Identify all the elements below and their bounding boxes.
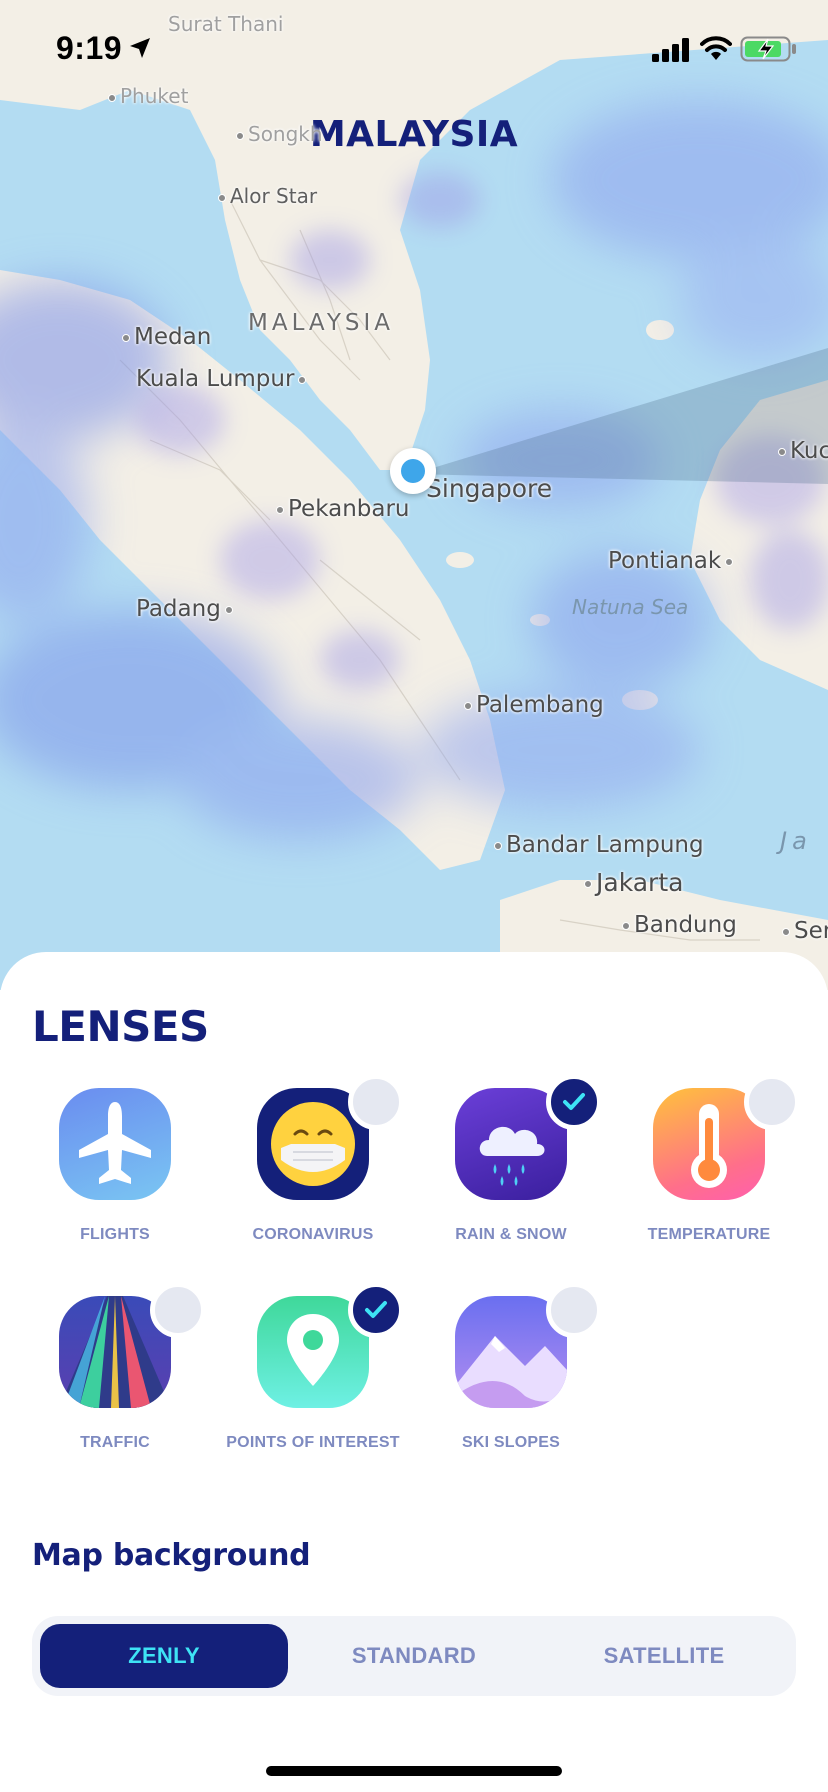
heading-beam <box>413 348 828 484</box>
place-label-text: Songkh <box>248 122 323 146</box>
place-dot <box>122 333 130 342</box>
map-bg-option-zenly[interactable]: ZENLY <box>40 1624 288 1688</box>
location-arrow-icon <box>130 38 150 58</box>
lens-toggle-off[interactable] <box>744 1074 800 1130</box>
map-region-title: MALAYSIA <box>309 114 519 155</box>
lenses-sheet: LENSES FLIGHTS CORONAVIRUS RAIN & SNOW T… <box>0 952 828 1792</box>
lens-points-of-interest[interactable]: POINTS OF INTEREST <box>214 1282 412 1466</box>
place-label: Bandung <box>622 912 737 938</box>
lens-flights[interactable]: FLIGHTS <box>16 1088 214 1258</box>
place-label-text: Alor Star <box>230 184 318 208</box>
place-label-text: Bandar Lampung <box>506 832 704 858</box>
home-indicator[interactable] <box>266 1766 562 1776</box>
place-label: Medan <box>122 324 211 350</box>
place-label: Kuala Lumpur <box>136 366 310 392</box>
place-label-text: Kuala Lumpur <box>136 366 295 392</box>
place-label: Pontianak <box>608 548 737 574</box>
sea-label: Natuna Sea <box>572 595 689 619</box>
battery-charging-icon <box>740 36 796 62</box>
place-label-text: Bandung <box>634 912 737 938</box>
lens-toggle-on[interactable] <box>546 1074 602 1130</box>
place-label: Alor Star <box>218 184 317 208</box>
place-dot <box>236 131 244 140</box>
place-label-text: Ser <box>794 918 828 944</box>
place-label: Bandar Lampung <box>494 832 704 858</box>
place-dot <box>584 880 592 888</box>
place-label: Ser <box>782 918 828 944</box>
airplane-icon <box>59 1088 171 1200</box>
place-label: Pekanbaru <box>276 496 410 522</box>
place-label-text: Padang <box>136 596 221 622</box>
lens-temperature[interactable]: TEMPERATURE <box>610 1074 808 1258</box>
map-view[interactable]: MALAYSIA Surat Thani Phuket Songkh Alor … <box>0 0 828 990</box>
lens-toggle-off[interactable] <box>546 1282 602 1338</box>
wifi-icon <box>700 36 732 60</box>
place-label: Kuc <box>778 438 828 464</box>
lens-ski-slopes[interactable]: SKI SLOPES <box>412 1282 610 1466</box>
place-label: Singapore <box>426 474 553 503</box>
map-bg-option-standard[interactable]: STANDARD <box>290 1624 538 1688</box>
lens-label: SKI SLOPES <box>461 1434 561 1451</box>
place-dot <box>464 701 472 710</box>
place-label: Songkh <box>236 122 323 146</box>
lens-toggle-off[interactable] <box>348 1074 404 1130</box>
place-label-text: Palembang <box>476 692 604 718</box>
place-dot <box>622 921 630 930</box>
place-label-text: Jakarta <box>596 868 684 897</box>
status-bar: 9:19 <box>0 0 828 96</box>
country-label: MALAYSIA <box>248 310 395 336</box>
sea-label: Ja <box>780 827 812 855</box>
place-label: Palembang <box>464 692 604 718</box>
cellular-signal-icon <box>652 38 689 62</box>
place-label-text: Pekanbaru <box>288 496 410 522</box>
place-dot <box>778 447 786 456</box>
lens-coronavirus[interactable]: CORONAVIRUS <box>214 1074 412 1258</box>
status-time: 9:19 <box>56 30 123 66</box>
place-dot <box>298 375 307 384</box>
lens-label: TEMPERATURE <box>647 1226 771 1243</box>
map-bg-option-satellite[interactable]: SATELLITE <box>540 1624 788 1688</box>
lens-toggle-off[interactable] <box>150 1282 206 1338</box>
map-background-selector: ZENLY STANDARD SATELLITE <box>32 1616 796 1696</box>
place-dot <box>725 557 734 566</box>
lens-toggle-on[interactable] <box>348 1282 404 1338</box>
place-dot <box>218 193 226 202</box>
place-label-text: Pontianak <box>608 548 722 574</box>
current-location-dot[interactable] <box>390 448 436 494</box>
lens-traffic[interactable]: TRAFFIC <box>16 1282 214 1466</box>
place-dot <box>224 605 233 614</box>
place-dot <box>276 505 284 514</box>
lenses-title: LENSES <box>32 1002 209 1051</box>
lens-rain-snow[interactable]: RAIN & SNOW <box>412 1074 610 1258</box>
place-label: Padang <box>136 596 237 622</box>
place-dot <box>782 927 790 936</box>
place-label-text: Medan <box>134 324 212 350</box>
place-label-text: Kuc <box>790 438 828 464</box>
map-background-title: Map background <box>32 1538 311 1573</box>
place-dot <box>494 841 502 850</box>
place-label: Jakarta <box>584 868 683 897</box>
